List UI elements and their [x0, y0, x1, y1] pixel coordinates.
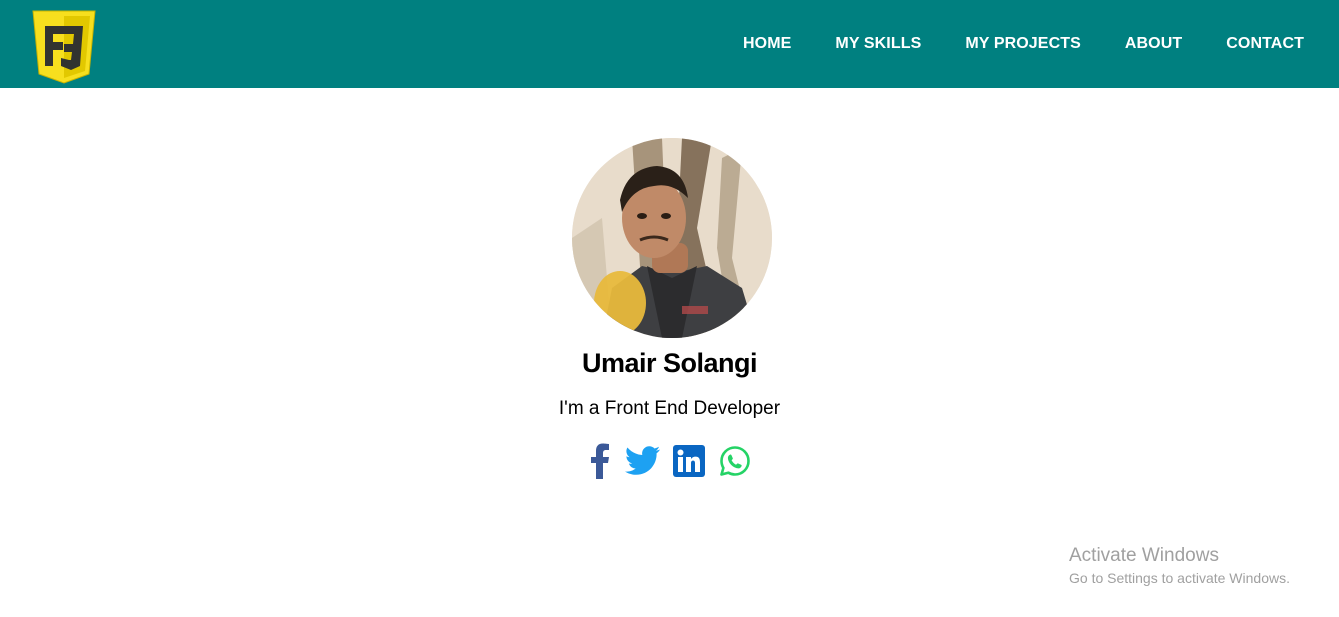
logo-icon[interactable]	[31, 10, 97, 84]
nav-home[interactable]: HOME	[743, 35, 791, 53]
social-links	[589, 443, 751, 484]
profile-name: Umair Solangi	[581, 348, 758, 378]
nav-my-projects[interactable]: MY PROJECTS	[965, 35, 1081, 53]
nav-menu: HOME MY SKILLS MY PROJECTS ABOUT CONTACT	[743, 0, 1304, 88]
profile-tagline: I'm a Front End Developer	[558, 398, 781, 419]
watermark-subtitle: Go to Settings to activate Windows.	[1069, 570, 1290, 586]
profile-avatar	[572, 138, 772, 338]
nav-contact[interactable]: CONTACT	[1226, 35, 1304, 53]
facebook-icon[interactable]	[589, 443, 611, 484]
linkedin-icon[interactable]	[673, 444, 705, 482]
nav-about[interactable]: ABOUT	[1125, 35, 1182, 53]
watermark-title: Activate Windows	[1069, 545, 1219, 566]
windows-activation-watermark: Activate Windows Go to Settings to activ…	[1069, 545, 1290, 586]
nav-my-skills[interactable]: MY SKILLS	[835, 35, 921, 53]
twitter-icon[interactable]	[625, 445, 661, 481]
whatsapp-icon[interactable]	[719, 445, 751, 482]
navbar: HOME MY SKILLS MY PROJECTS ABOUT CONTACT	[0, 0, 1339, 88]
